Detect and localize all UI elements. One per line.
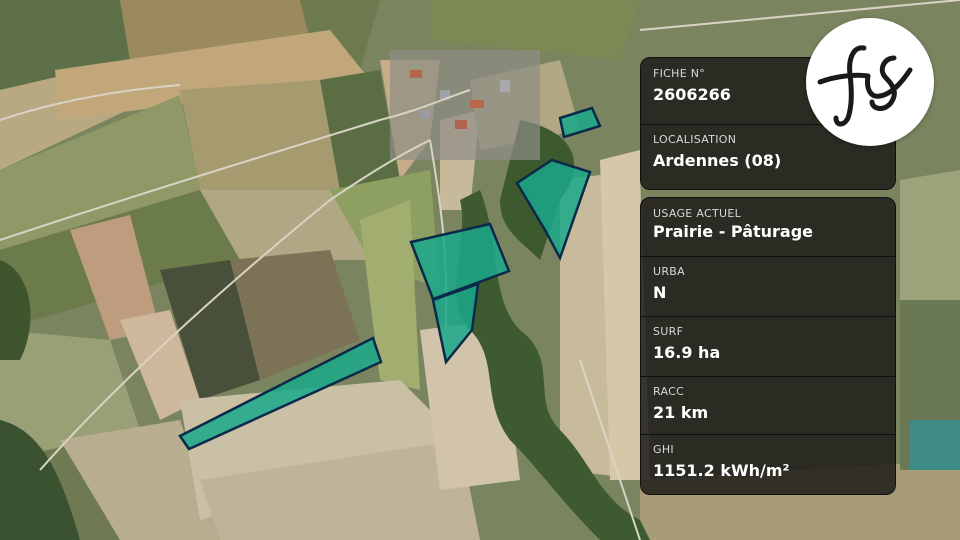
fiche-value: 2606266 <box>653 85 731 104</box>
fs-monogram-icon <box>806 18 934 146</box>
racc-value: 21 km <box>653 403 709 422</box>
urba-value: N <box>653 283 667 302</box>
localisation-label: LOCALISATION <box>653 133 737 146</box>
localisation-value: Ardennes (08) <box>653 151 782 170</box>
ghi-label: GHI <box>653 443 674 456</box>
info-row-racc: RACC 21 km <box>641 376 895 435</box>
info-row-urba: URBA N <box>641 256 895 317</box>
info-row-ghi: GHI 1151.2 kWh/m² <box>641 434 895 494</box>
surf-value: 16.9 ha <box>653 343 721 362</box>
racc-label: RACC <box>653 385 685 398</box>
info-row-surf: SURF 16.9 ha <box>641 316 895 377</box>
fiche-label: FICHE N° <box>653 67 706 80</box>
logo-glyph <box>817 45 913 127</box>
surf-label: SURF <box>653 325 684 338</box>
info-card-bottom: USAGE ACTUEL Prairie - Pâturage URBA N S… <box>640 197 896 495</box>
usage-label: USAGE ACTUEL <box>653 207 742 220</box>
info-row-usage: USAGE ACTUEL Prairie - Pâturage <box>641 198 895 257</box>
usage-value: Prairie - Pâturage <box>653 222 814 241</box>
ghi-value: 1151.2 kWh/m² <box>653 461 790 480</box>
village-layer <box>390 50 540 160</box>
urba-label: URBA <box>653 265 685 278</box>
